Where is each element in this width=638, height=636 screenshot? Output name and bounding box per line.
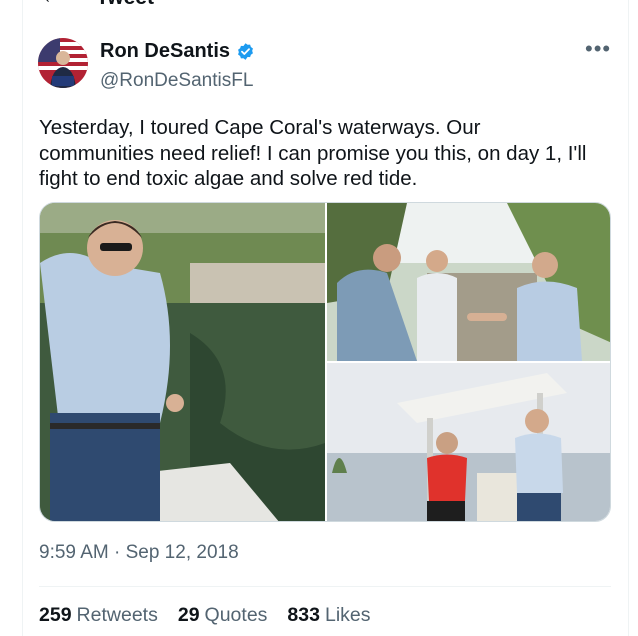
photo-boat-waterway[interactable] bbox=[40, 203, 325, 521]
author-display-name[interactable]: Ron DeSantis bbox=[100, 40, 230, 63]
tweet-text: Yesterday, I toured Cape Coral's waterwa… bbox=[39, 116, 587, 190]
likes-count: 833 bbox=[287, 604, 320, 626]
media-grid bbox=[39, 202, 611, 522]
retweets-label: Retweets bbox=[76, 604, 158, 626]
retweets-stat[interactable]: 259 Retweets bbox=[39, 604, 158, 627]
likes-label: Likes bbox=[324, 604, 371, 626]
stats-divider bbox=[39, 586, 611, 587]
verified-badge-icon bbox=[236, 42, 255, 61]
arrow-left-icon[interactable]: ← bbox=[40, 0, 64, 8]
likes-stat[interactable]: 833 Likes bbox=[287, 604, 370, 627]
column-border-right bbox=[628, 0, 629, 636]
avatar[interactable] bbox=[38, 38, 88, 88]
column-border-left bbox=[22, 0, 23, 636]
author-name-row: Ron DeSantis bbox=[100, 40, 255, 63]
ellipsis-icon[interactable]: ••• bbox=[585, 38, 611, 60]
retweets-count: 259 bbox=[39, 604, 72, 626]
header-title: Tweet bbox=[96, 0, 154, 10]
avatar-image bbox=[38, 38, 88, 88]
tweet-timestamp[interactable]: 9:59 AM · Sep 12, 2018 bbox=[39, 542, 239, 564]
quotes-stat[interactable]: 29 Quotes bbox=[178, 604, 268, 627]
photo-boat-deck[interactable] bbox=[327, 363, 610, 521]
photo-handshake[interactable] bbox=[327, 203, 610, 361]
engagement-stats: 259 Retweets 29 Quotes 833 Likes bbox=[39, 604, 371, 627]
quotes-label: Quotes bbox=[204, 604, 268, 626]
author-handle[interactable]: @RonDeSantisFL bbox=[100, 70, 253, 92]
quotes-count: 29 bbox=[177, 604, 200, 626]
tweet-header: ← Tweet bbox=[22, 0, 628, 12]
